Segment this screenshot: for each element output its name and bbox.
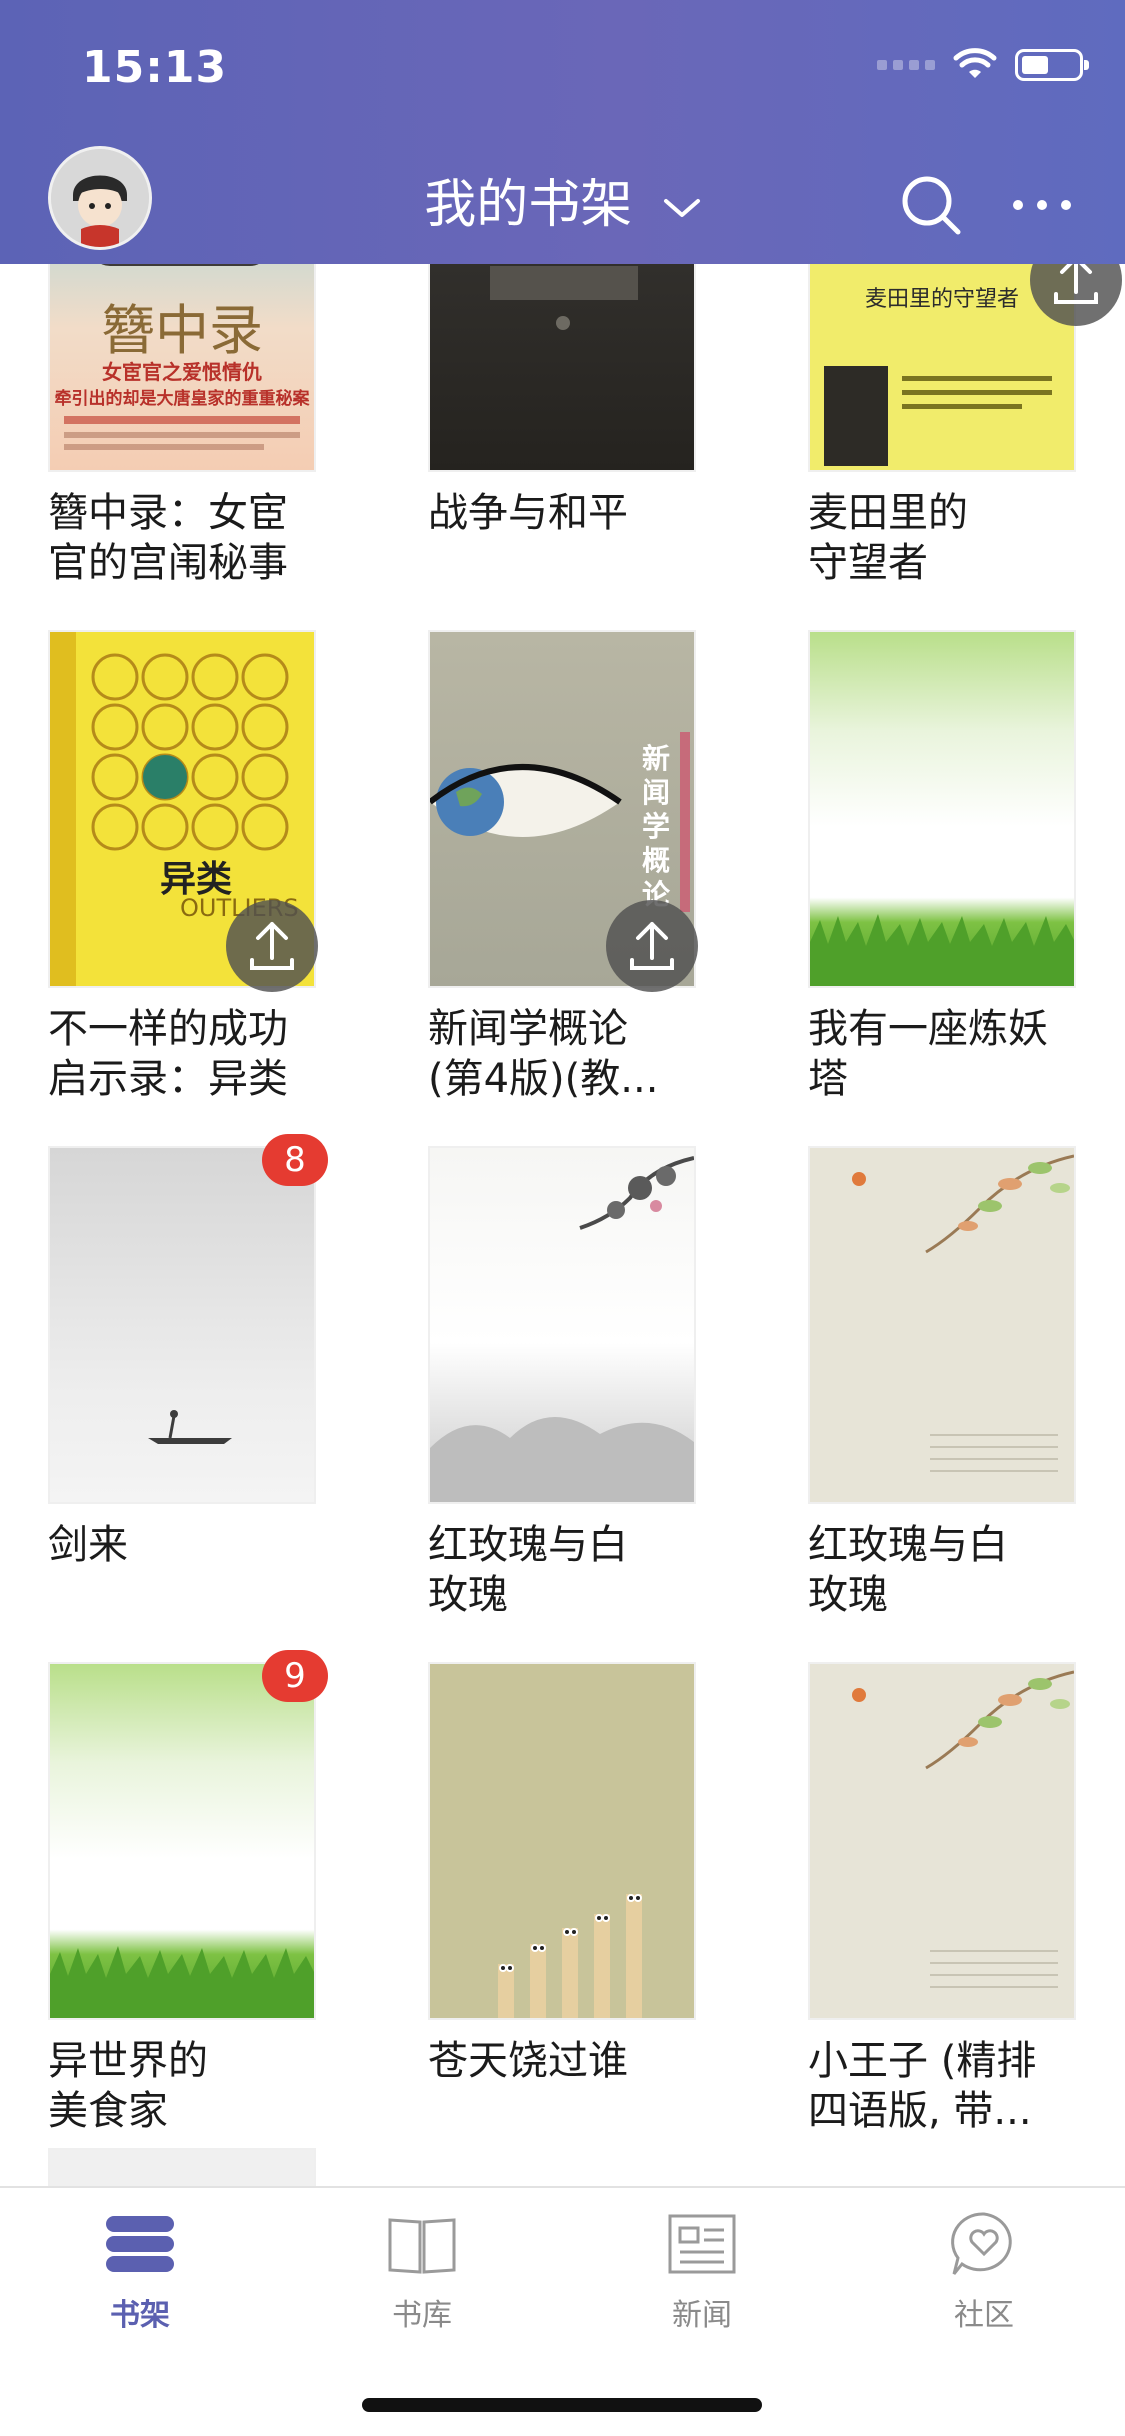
upload-icon [630,922,674,970]
upload-button[interactable] [1030,264,1122,326]
tab-label: 新闻 [672,2298,732,2333]
book-cover[interactable] [48,1146,316,1504]
book-item[interactable]: 小王子 (精排 四语版, 带... [808,1662,1078,2136]
book-title: 新闻学概论 (第4版)(教... [428,1006,659,1102]
top-header: 15:13 我的书架 [0,0,1125,264]
book-item[interactable]: 我有一座炼妖 塔 [808,630,1078,1104]
book-cover[interactable] [48,2148,316,2186]
book-item[interactable]: 异类 OUTLIERS 不一样的成功 启示录：异类 [48,630,318,1104]
book-item[interactable]: 红玫瑰与白 玫瑰 [428,1146,698,1620]
book-title: 战争与和平 [428,490,628,536]
upload-icon [250,922,294,970]
book-title: 簪中录：女宦 官的宫闱秘事 [48,490,288,586]
cover-title: 新闻学概论 [642,742,671,911]
tab-library[interactable]: 书库 [322,2210,522,2340]
book-title: 不一样的成功 启示录：异类 [48,1006,288,1102]
news-icon [668,2214,736,2274]
book-item[interactable]: 麦田里的守望者 麦田里的 守望者 [808,264,1122,588]
book-cover[interactable] [808,630,1076,988]
cover-title: 簪中录 [101,299,263,362]
book-cover[interactable] [428,1146,696,1504]
book-cover[interactable]: 簪中录 女宦官之爱恨情仇 牵引出的却是大唐皇家的重重秘案 [48,264,316,472]
book-item[interactable]: 战争与和平 [428,264,698,538]
tab-news[interactable]: 新闻 [602,2210,802,2340]
book-item[interactable]: 红玫瑰与白 玫瑰 [808,1146,1078,1620]
book-item[interactable]: 9 异世界的 美食家 [48,1650,328,2136]
bookshelf-icon [106,2216,174,2272]
wifi-icon [953,48,997,78]
book-item[interactable]: 新闻学概论 新闻学概论 (第4版)(教... [428,630,698,1104]
cover-subtitle: 牵引出的却是大唐皇家的重重秘案 [54,389,310,409]
chevron-down-icon [663,199,700,217]
update-count-badge: 8 [262,1134,328,1186]
book-title: 我有一座炼妖 塔 [808,1006,1048,1102]
battery-icon [1015,49,1089,81]
book-title: 麦田里的 守望者 [808,490,968,586]
book-item[interactable]: 簪中录 女宦官之爱恨情仇 牵引出的却是大唐皇家的重重秘案 簪中录：女宦 官的宫闱… [48,264,318,588]
book-item[interactable]: 8 剑来 [48,1134,328,1570]
search-icon[interactable] [898,172,964,238]
upload-icon [1054,264,1098,304]
status-time: 15:13 [82,42,228,93]
upload-button[interactable] [606,900,698,992]
tab-label: 社区 [954,2298,1014,2333]
update-count-badge: 9 [262,1650,328,1702]
book-cover[interactable] [428,1662,696,2020]
tab-label: 书架 [110,2298,170,2333]
book-cover[interactable] [808,1146,1076,1504]
book-item[interactable]: 苍天饶过谁 [428,1662,698,2086]
more-icon[interactable] [1010,190,1074,220]
book-cover[interactable] [808,1662,1076,2020]
tab-community[interactable]: 社区 [884,2210,1084,2340]
book-title: 红玫瑰与白 玫瑰 [808,1522,1008,1618]
status-icons [877,48,1089,82]
cover-subtitle: 女宦官之爱恨情仇 [102,360,262,384]
book-title: 红玫瑰与白 玫瑰 [428,1522,628,1618]
library-book-icon [388,2218,456,2274]
cellular-signal-icon [877,60,935,70]
book-title: 小王子 (精排 四语版, 带... [808,2038,1037,2134]
book-title: 异世界的 美食家 [48,2038,208,2134]
book-cover[interactable] [428,264,696,472]
upload-button[interactable] [226,900,318,992]
tab-label: 书库 [392,2298,452,2333]
tab-bookshelf[interactable]: 书架 [40,2210,240,2340]
bookshelf-grid[interactable]: 簪中录 女宦官之爱恨情仇 牵引出的却是大唐皇家的重重秘案 簪中录：女宦 官的宫闱… [0,264,1125,2186]
book-cover[interactable] [48,1662,316,2020]
book-item[interactable] [48,2148,318,2186]
community-heart-icon [951,2212,1012,2275]
page-title: 我的书架 [424,175,633,235]
home-indicator [362,2398,762,2412]
book-title: 苍天饶过谁 [428,2038,628,2084]
book-title: 剑来 [48,1522,128,1568]
